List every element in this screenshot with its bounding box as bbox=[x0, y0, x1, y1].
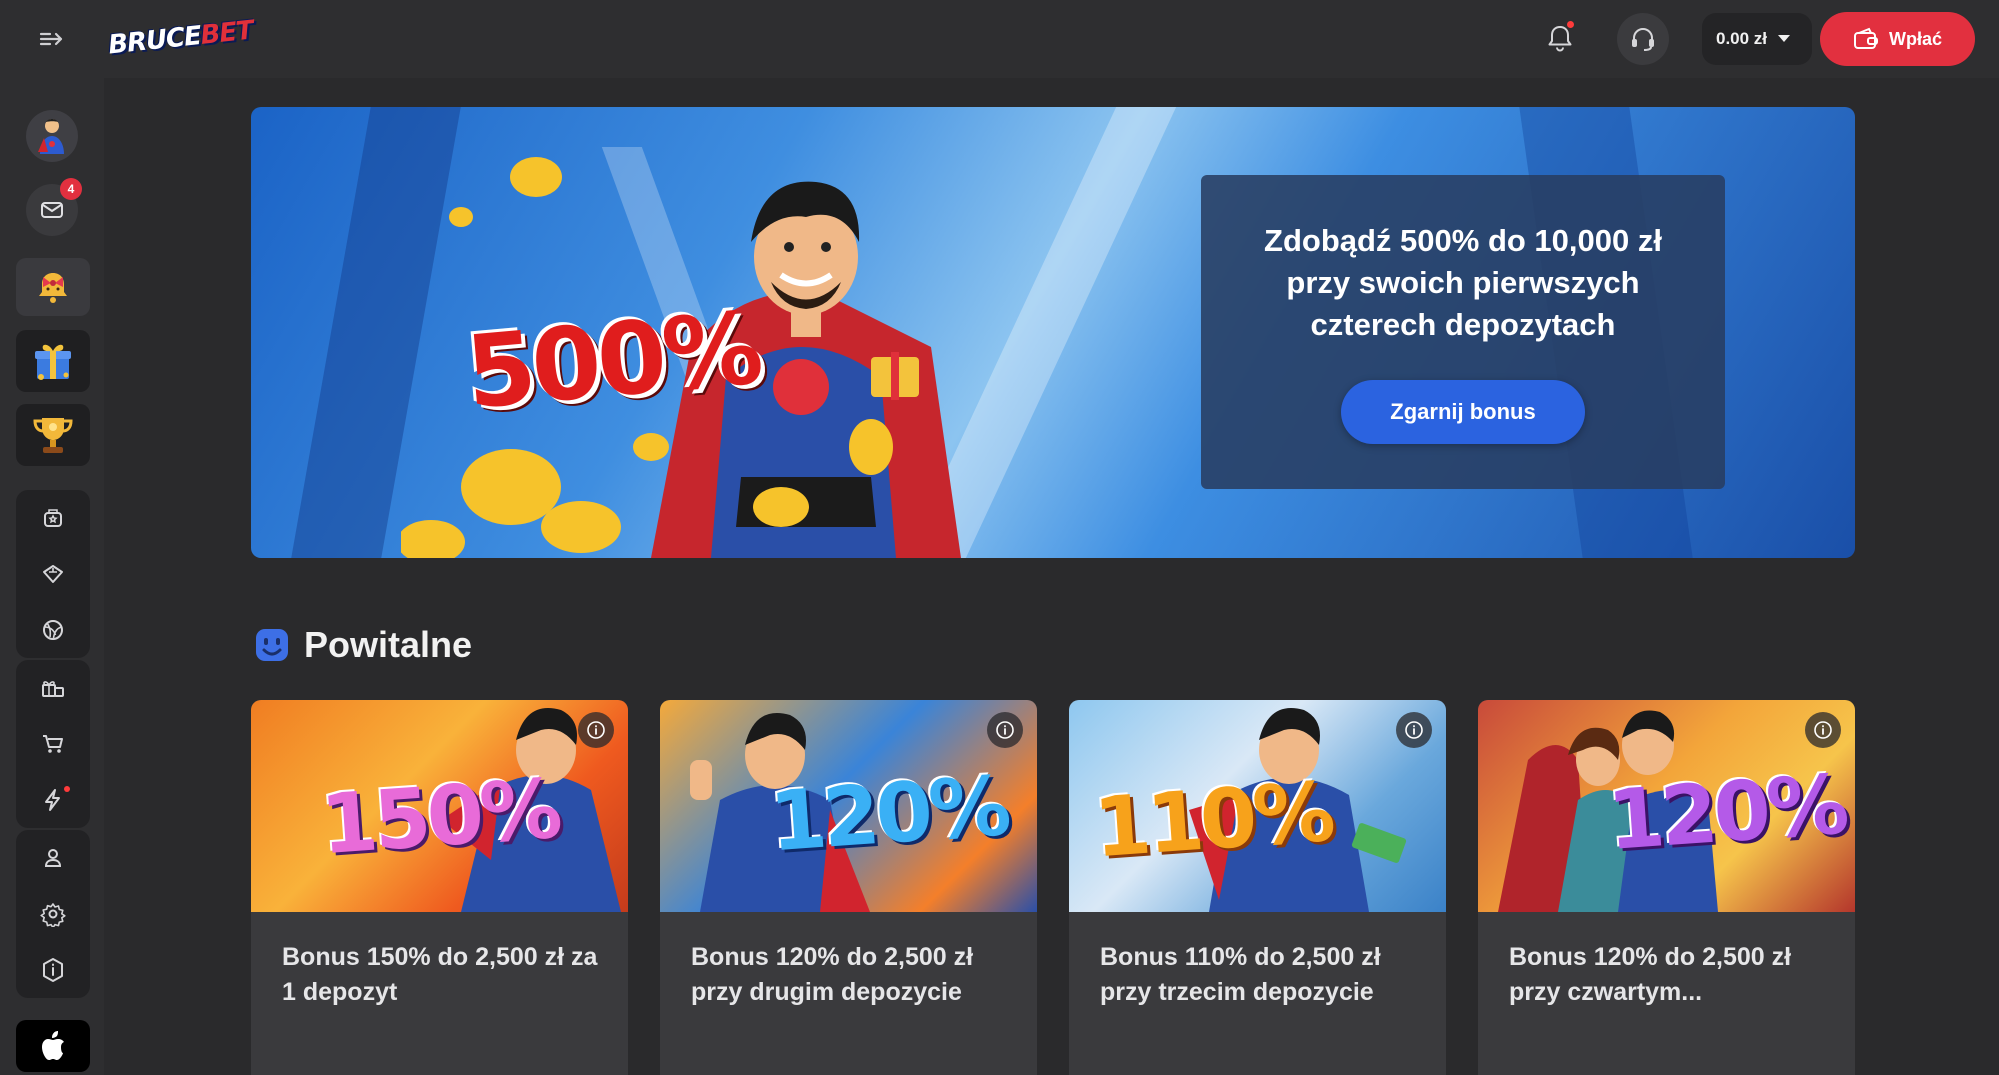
casino-icon bbox=[44, 509, 62, 527]
bonus-bell-tile[interactable] bbox=[16, 258, 90, 316]
bonus-card[interactable]: 150% Bonus 150% do 2,500 zł za 1 depozyt bbox=[251, 700, 628, 1075]
notification-dot bbox=[1567, 21, 1574, 28]
smiley-icon bbox=[256, 629, 288, 661]
sports-ball-icon bbox=[43, 620, 63, 640]
support-headset-icon[interactable] bbox=[1617, 13, 1669, 65]
nav-group-games bbox=[16, 490, 90, 658]
logo-part-bet: BET bbox=[199, 15, 255, 51]
cart-icon bbox=[43, 735, 63, 753]
hero-title: Zdobądź 500% do 10,000 zł przy swoich pi… bbox=[1264, 223, 1662, 342]
sidebar-item-promotions[interactable] bbox=[16, 772, 90, 828]
bonus-card[interactable]: 120% Bonus 120% do 2,500 zł przy czwarty… bbox=[1478, 700, 1855, 1075]
sidebar-toggle-icon[interactable] bbox=[34, 22, 70, 56]
section-header-welcome: Powitalne bbox=[254, 620, 472, 670]
trophy-icon bbox=[33, 418, 73, 453]
bonus-card-image: 120% bbox=[1478, 700, 1855, 912]
apple-icon bbox=[42, 1031, 64, 1060]
avatar[interactable] bbox=[26, 110, 78, 162]
info-icon[interactable] bbox=[1805, 712, 1841, 748]
notifications-bell-icon[interactable] bbox=[1540, 18, 1580, 58]
info-icon[interactable] bbox=[987, 712, 1023, 748]
mail-icon bbox=[41, 202, 63, 218]
sidebar-item-casino[interactable] bbox=[16, 490, 90, 546]
trophy-tile[interactable] bbox=[16, 404, 90, 466]
balance-value: 0.00 zł bbox=[1716, 29, 1768, 48]
balance-dropdown[interactable]: 0.00 zł bbox=[1702, 13, 1812, 65]
nav-group-account bbox=[16, 830, 90, 998]
info-icon[interactable] bbox=[1396, 712, 1432, 748]
user-icon bbox=[44, 849, 62, 867]
bonus-card[interactable]: 110% Bonus 110% do 2,500 zł przy trzecim… bbox=[1069, 700, 1446, 1075]
nav-group-shop bbox=[16, 660, 90, 828]
sidebar-item-sports[interactable] bbox=[16, 602, 90, 658]
sidebar: 4 bbox=[0, 78, 104, 1075]
logo-part-bruce: BRUCE bbox=[106, 20, 203, 61]
bonus-card-title: Bonus 110% do 2,500 zł przy trzecim depo… bbox=[1100, 943, 1381, 1006]
sidebar-item-info[interactable] bbox=[16, 942, 90, 998]
claim-bonus-button[interactable]: Zgarnij bonus bbox=[1341, 380, 1585, 444]
bonus-card[interactable]: 120% Bonus 120% do 2,500 zł przy drugim … bbox=[660, 700, 1037, 1075]
info-icon[interactable] bbox=[578, 712, 614, 748]
top-bar: BRUCEBET 0.00 zł Wpłać bbox=[0, 0, 1999, 78]
hero-offer-panel: Zdobądź 500% do 10,000 zł przy swoich pi… bbox=[1201, 175, 1725, 489]
bonus-card-image: 120% bbox=[660, 700, 1037, 912]
deposit-label: Wpłać bbox=[1888, 28, 1942, 49]
gifts-icon bbox=[42, 681, 64, 697]
bonus-card-title: Bonus 120% do 2,500 zł przy drugim depoz… bbox=[691, 943, 974, 1006]
hero-banner: 500% Zdobądź 500% do 10,000 zł przy swoi… bbox=[251, 107, 1855, 558]
info-hexagon-icon bbox=[43, 958, 63, 982]
lightning-icon bbox=[45, 789, 60, 811]
brand-logo[interactable]: BRUCEBET bbox=[106, 10, 254, 66]
settings-icon bbox=[40, 903, 66, 927]
apple-app-button[interactable] bbox=[16, 1020, 90, 1072]
mail-button[interactable]: 4 bbox=[26, 178, 82, 236]
bonus-card-title: Bonus 150% do 2,500 zł za 1 depozyt bbox=[282, 943, 598, 1006]
sidebar-item-shop[interactable] bbox=[16, 716, 90, 772]
sidebar-item-vip[interactable] bbox=[16, 546, 90, 602]
section-title: Powitalne bbox=[304, 624, 473, 665]
chevron-down-icon bbox=[1778, 35, 1791, 42]
sidebar-item-gifts[interactable] bbox=[16, 660, 90, 716]
deposit-button[interactable]: Wpłać bbox=[1820, 12, 1975, 66]
wallet-icon bbox=[1853, 27, 1878, 49]
sidebar-item-profile[interactable] bbox=[16, 830, 90, 886]
mail-badge: 4 bbox=[60, 178, 82, 200]
bonus-card-title: Bonus 120% do 2,500 zł przy czwartym... bbox=[1509, 943, 1792, 1006]
bonus-bell-icon bbox=[39, 273, 67, 303]
promotions-dot bbox=[64, 786, 70, 792]
sidebar-item-settings[interactable] bbox=[16, 886, 90, 942]
bonus-card-image: 150% bbox=[251, 700, 628, 912]
gift-box-tile[interactable] bbox=[16, 330, 90, 392]
vip-diamond-icon bbox=[43, 565, 63, 583]
bonus-card-image: 110% bbox=[1069, 700, 1446, 912]
gift-box-icon bbox=[35, 344, 71, 380]
